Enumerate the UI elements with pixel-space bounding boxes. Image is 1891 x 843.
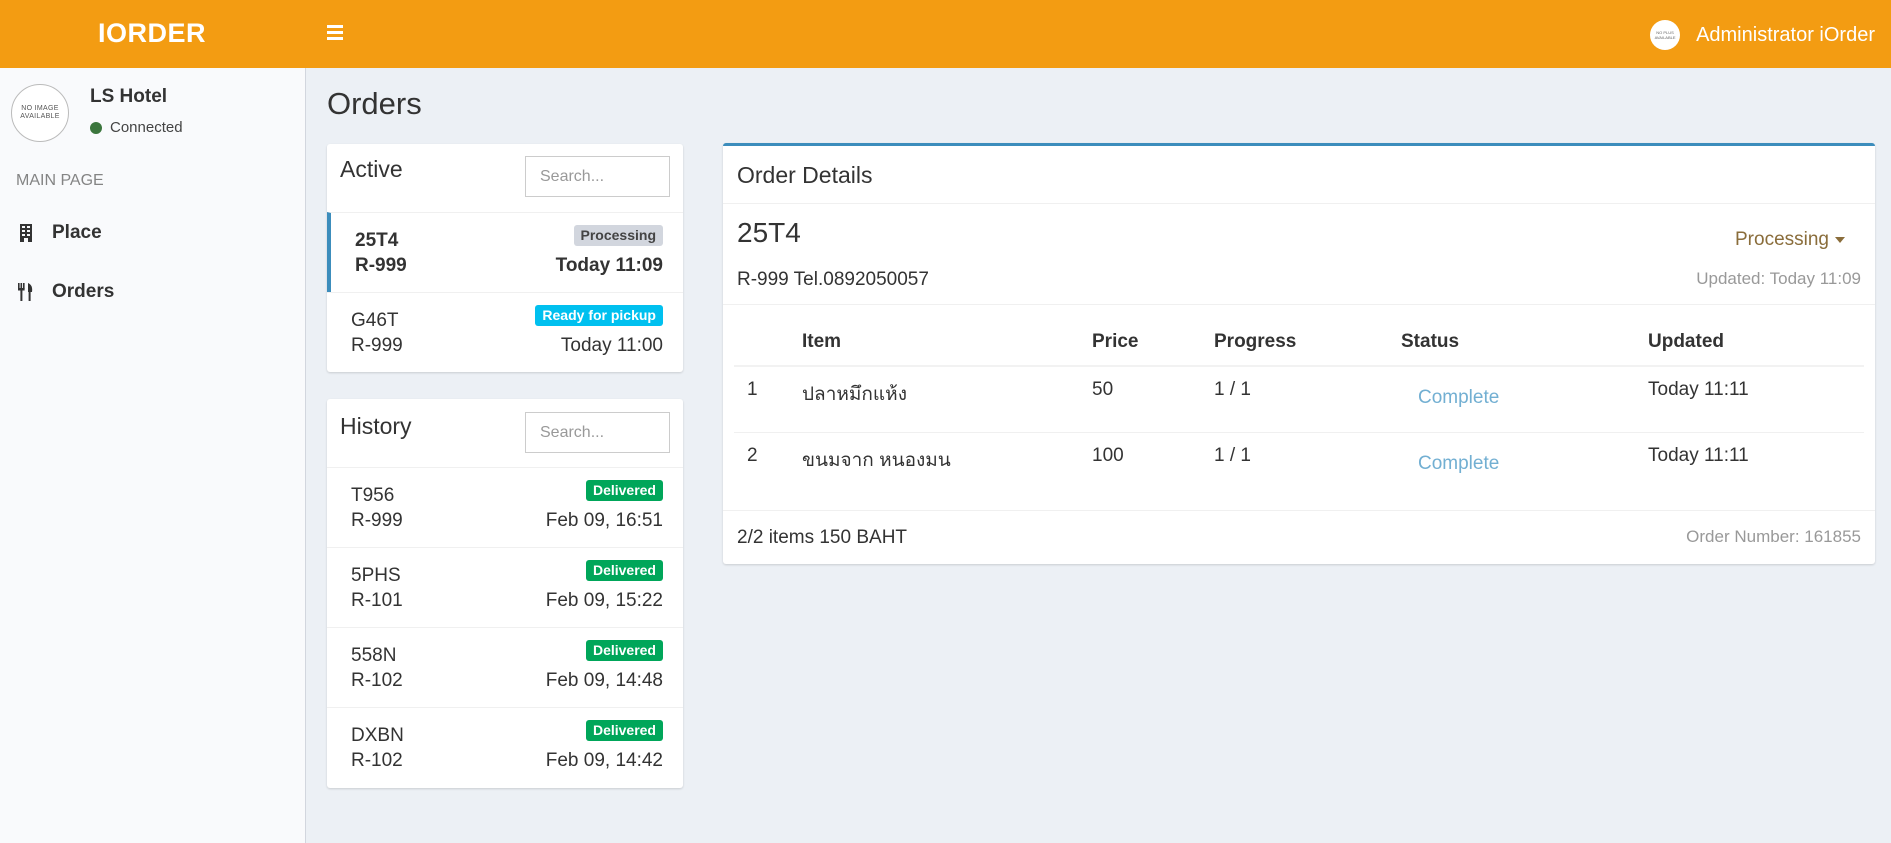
status-badge: Processing [573, 225, 663, 246]
order-table: R-102 [351, 670, 403, 691]
sidebar: NO IMAGE AVAILABLE LS Hotel Connected MA… [0, 68, 306, 843]
history-panel-title: History [340, 413, 412, 439]
status-badge: Delivered [585, 720, 663, 741]
item-updated: Today 11:11 [1648, 379, 1749, 400]
details-order-code: 25T4 [737, 217, 801, 248]
active-panel-title: Active [340, 156, 403, 182]
status-badge: Delivered [585, 480, 663, 501]
sidebar-item-label: Place [52, 222, 102, 243]
user-menu[interactable]: NO PLUS AVAILABLE Administrator iOrder [1650, 20, 1875, 50]
active-order-row[interactable]: 25T4 R-999 Processing Today 11:09 [327, 212, 683, 292]
status-dropdown-label: Processing [1735, 229, 1829, 250]
history-orders-panel: History T956 R-999 Delivered Feb 09, 16:… [327, 399, 683, 788]
details-updated: Updated: Today 11:09 [1696, 269, 1861, 288]
order-number: Order Number: 161855 [1686, 527, 1861, 546]
order-code: T956 [351, 485, 395, 506]
sidebar-section-header: MAIN PAGE [16, 172, 104, 189]
column-header-item: Item [802, 331, 842, 352]
details-contact: R-999 Tel.0892050057 [737, 269, 929, 290]
row-number: 2 [747, 445, 758, 466]
active-orders-panel: Active 25T4 R-999 Processing Today 11:09… [327, 144, 683, 372]
status-dropdown[interactable]: Processing [1735, 229, 1845, 251]
connection-status-label: Connected [110, 119, 183, 136]
user-avatar: NO PLUS AVAILABLE [1650, 20, 1681, 50]
item-status-button[interactable]: Complete [1418, 453, 1499, 475]
status-badge: Delivered [585, 560, 663, 581]
item-progress: 1 / 1 [1214, 445, 1251, 466]
building-icon [16, 224, 36, 242]
order-table: R-101 [351, 590, 403, 611]
divider [723, 203, 1875, 204]
order-time: Today 11:09 [555, 255, 663, 276]
order-table: R-999 [351, 510, 403, 531]
order-code: G46T [351, 310, 399, 331]
divider [723, 510, 1875, 511]
order-time: Feb 09, 14:42 [545, 750, 663, 771]
history-order-row[interactable]: T956 R-999 Delivered Feb 09, 16:51 [327, 467, 683, 547]
sidebar-toggle-icon[interactable] [322, 22, 348, 46]
hotel-name: LS Hotel [90, 86, 168, 107]
connection-status: Connected [90, 119, 183, 136]
hotel-avatar: NO IMAGE AVAILABLE [11, 84, 69, 142]
item-updated: Today 11:11 [1648, 445, 1749, 466]
item-price: 100 [1092, 445, 1124, 466]
order-time: Feb 09, 16:51 [545, 510, 663, 531]
order-table: R-102 [351, 750, 403, 771]
item-status-button[interactable]: Complete [1418, 387, 1499, 409]
sidebar-item-place[interactable]: Place [16, 218, 102, 248]
status-badge: Ready for pickup [535, 305, 663, 326]
order-time: Feb 09, 14:48 [545, 670, 663, 691]
page-title: Orders [327, 86, 422, 121]
active-order-row[interactable]: G46T R-999 Ready for pickup Today 11:00 [327, 292, 683, 372]
row-number: 1 [747, 379, 758, 400]
column-header-status: Status [1401, 331, 1460, 352]
divider [734, 365, 1864, 367]
column-header-price: Price [1092, 331, 1139, 352]
sidebar-item-label: Orders [52, 281, 115, 302]
column-header-progress: Progress [1214, 331, 1297, 352]
order-code: 558N [351, 645, 397, 666]
column-header-updated: Updated [1648, 331, 1724, 352]
history-order-row[interactable]: 558N R-102 Delivered Feb 09, 14:48 [327, 627, 683, 707]
divider [723, 304, 1875, 305]
history-order-row[interactable]: DXBN R-102 Delivered Feb 09, 14:42 [327, 707, 683, 787]
item-progress: 1 / 1 [1214, 379, 1251, 400]
order-time: Feb 09, 15:22 [545, 590, 663, 611]
item-price: 50 [1092, 379, 1114, 400]
details-panel-title: Order Details [737, 162, 873, 188]
order-table: R-999 [351, 335, 403, 356]
order-time: Today 11:00 [560, 335, 663, 356]
status-badge: Delivered [585, 640, 663, 661]
status-dot-icon [90, 121, 102, 134]
history-search-input[interactable] [525, 412, 670, 453]
cutlery-icon [16, 283, 36, 301]
item-name: ปลาหมึกแห้ง [802, 384, 907, 405]
order-details-panel: Order Details 25T4 Processing R-999 Tel.… [723, 143, 1875, 564]
divider [734, 432, 1864, 433]
sidebar-item-orders[interactable]: Orders [16, 277, 114, 307]
order-code: 5PHS [351, 565, 401, 586]
active-search-input[interactable] [525, 156, 670, 197]
item-name: ขนมจาก หนองมน [802, 450, 951, 471]
user-name: Administrator iOrder [1696, 23, 1875, 46]
order-summary: 2/2 items 150 BAHT [737, 527, 908, 548]
top-navbar: IORDER NO PLUS AVAILABLE Administrator i… [0, 0, 1891, 68]
app-logo[interactable]: IORDER [0, 0, 304, 68]
order-code: 25T4 [355, 230, 399, 251]
order-table: R-999 [355, 255, 407, 276]
history-order-row[interactable]: 5PHS R-101 Delivered Feb 09, 15:22 [327, 547, 683, 627]
caret-down-icon [1835, 237, 1845, 243]
order-code: DXBN [351, 725, 404, 746]
